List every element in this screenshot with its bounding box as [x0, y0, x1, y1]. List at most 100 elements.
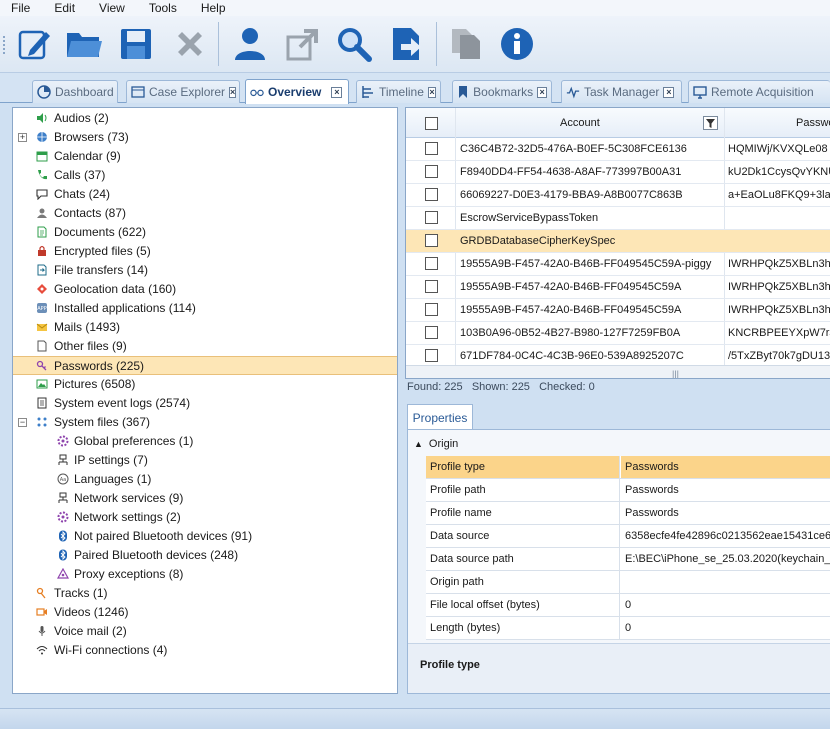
- column-header-password[interactable]: Passwo: [796, 117, 830, 129]
- import-button[interactable]: [387, 24, 427, 64]
- tab-close-button[interactable]: ×: [427, 86, 436, 98]
- table-row[interactable]: 19555A9B-F457-42A0-B46B-FF049545C59A-pig…: [406, 253, 830, 276]
- copy-button[interactable]: [446, 24, 486, 64]
- column-header-account[interactable]: Account: [560, 117, 600, 129]
- tree-item[interactable]: Calendar (9): [13, 147, 397, 166]
- property-row[interactable]: Profile name Passwords: [426, 502, 830, 525]
- tree-item[interactable]: Documents (622): [13, 223, 397, 242]
- property-row[interactable]: Profile path Passwords: [426, 479, 830, 502]
- save-button[interactable]: [116, 24, 156, 64]
- table-row[interactable]: EscrowServiceBypassToken: [406, 207, 830, 230]
- menu-file[interactable]: File: [0, 1, 42, 15]
- tab-bookmarks[interactable]: Bookmarks ×: [452, 80, 552, 103]
- row-checkbox[interactable]: [425, 211, 438, 224]
- tree-item[interactable]: Tracks (1): [13, 584, 397, 603]
- tree-item[interactable]: Network settings (2): [13, 508, 397, 527]
- menu-tools[interactable]: Tools: [137, 1, 189, 15]
- tab-case-explorer[interactable]: Case Explorer ×: [126, 80, 240, 103]
- horizontal-scrollbar[interactable]: |||: [406, 365, 830, 379]
- tab-remote-acquisition[interactable]: Remote Acquisition: [688, 80, 830, 103]
- row-checkbox[interactable]: [425, 142, 438, 155]
- delete-button[interactable]: [170, 24, 210, 64]
- tree-item[interactable]: Paired Bluetooth devices (248): [13, 546, 397, 565]
- row-checkbox[interactable]: [425, 234, 438, 247]
- open-folder-button[interactable]: [64, 24, 104, 64]
- property-row[interactable]: Data source 6358ecfe4fe42896c0213562eae15…: [426, 525, 830, 548]
- tree-item[interactable]: Not paired Bluetooth devices (91): [13, 527, 397, 546]
- tree-item[interactable]: Proxy exceptions (8): [13, 565, 397, 584]
- row-checkbox[interactable]: [425, 165, 438, 178]
- tree-item[interactable]: Calls (37): [13, 166, 397, 185]
- property-row[interactable]: Profile type Passwords: [426, 456, 830, 479]
- tab-properties[interactable]: Properties: [407, 404, 473, 430]
- filter-icon[interactable]: [703, 116, 718, 130]
- property-value: Passwords: [625, 507, 679, 519]
- property-row[interactable]: Origin path: [426, 571, 830, 594]
- tree-item[interactable]: Chats (24): [13, 185, 397, 204]
- expand-icon[interactable]: +: [18, 133, 27, 142]
- tree-item[interactable]: Network services (9): [13, 489, 397, 508]
- tab-timeline[interactable]: Timeline ×: [356, 80, 441, 103]
- origin-group-label: Origin: [428, 438, 459, 450]
- menu-edit[interactable]: Edit: [42, 1, 87, 15]
- grid-header: Account Passwo: [406, 108, 830, 138]
- tree-item[interactable]: IP settings (7): [13, 451, 397, 470]
- tab-close-button[interactable]: ×: [537, 86, 547, 98]
- collapse-chevron-icon[interactable]: ▲: [414, 439, 423, 449]
- select-all-checkbox[interactable]: [425, 117, 438, 130]
- menu-view[interactable]: View: [87, 1, 137, 15]
- tab-overview[interactable]: Overview ×: [245, 79, 349, 104]
- toolbar-grip[interactable]: [3, 36, 7, 54]
- table-row[interactable]: 19555A9B-F457-42A0-B46B-FF049545C59A IWRH…: [406, 276, 830, 299]
- tree-item[interactable]: Geolocation data (160): [13, 280, 397, 299]
- tree-item[interactable]: Other files (9): [13, 337, 397, 356]
- tree-item[interactable]: Audios (2): [13, 109, 397, 128]
- tree-item[interactable]: Contacts (87): [13, 204, 397, 223]
- edit-button[interactable]: [14, 24, 54, 64]
- tree-item[interactable]: Mails (1493): [13, 318, 397, 337]
- tree-item[interactable]: Aa Languages (1): [13, 470, 397, 489]
- table-row[interactable]: C36C4B72-32D5-476A-B0EF-5C308FCE6136 HQMI…: [406, 138, 830, 161]
- tree-item[interactable]: Voice mail (2): [13, 622, 397, 641]
- tree-item[interactable]: Pictures (6508): [13, 375, 397, 394]
- tab-task-manager[interactable]: Task Manager ×: [561, 80, 682, 103]
- collapse-icon[interactable]: −: [18, 418, 27, 427]
- property-value: Passwords: [625, 484, 679, 496]
- tree-item[interactable]: Passwords (225): [13, 356, 397, 375]
- tab-close-button[interactable]: ×: [229, 86, 237, 98]
- search-button[interactable]: [334, 24, 374, 64]
- row-checkbox[interactable]: [425, 349, 438, 362]
- info-button[interactable]: [497, 24, 537, 64]
- origin-group-header[interactable]: ▲ Origin: [408, 433, 830, 455]
- export-button[interactable]: [283, 24, 323, 64]
- tree-item[interactable]: System event logs (2574): [13, 394, 397, 413]
- row-checkbox[interactable]: [425, 326, 438, 339]
- track-icon: [36, 587, 48, 599]
- scroll-grip-icon: |||: [672, 369, 680, 379]
- tab-close-button[interactable]: ×: [663, 86, 675, 98]
- tree-item[interactable]: − System files (367): [13, 413, 397, 432]
- row-checkbox[interactable]: [425, 257, 438, 270]
- tab-close-button[interactable]: ×: [331, 86, 343, 98]
- tree-item[interactable]: APP Installed applications (114): [13, 299, 397, 318]
- table-row[interactable]: F8940DD4-FF54-4638-A8AF-773997B00A31 kU2D…: [406, 161, 830, 184]
- table-row[interactable]: 19555A9B-F457-42A0-B46B-FF049545C59A IWRH…: [406, 299, 830, 322]
- tree-item[interactable]: Global preferences (1): [13, 432, 397, 451]
- tree-item[interactable]: + Browsers (73): [13, 128, 397, 147]
- tree-item[interactable]: Encrypted files (5): [13, 242, 397, 261]
- row-checkbox[interactable]: [425, 303, 438, 316]
- menu-help[interactable]: Help: [189, 1, 238, 15]
- property-row[interactable]: Length (bytes) 0: [426, 617, 830, 640]
- table-row[interactable]: GRDBDatabaseCipherKeySpec: [406, 230, 830, 253]
- tree-item[interactable]: Videos (1246): [13, 603, 397, 622]
- property-row[interactable]: File local offset (bytes) 0: [426, 594, 830, 617]
- row-checkbox[interactable]: [425, 188, 438, 201]
- table-row[interactable]: 103B0A96-0B52-4B27-B980-127F7259FB0A KNCR…: [406, 322, 830, 345]
- tree-item[interactable]: Wi-Fi connections (4): [13, 641, 397, 660]
- user-button[interactable]: [230, 24, 270, 64]
- property-row[interactable]: Data source path E:\BEC\iPhone_se_25.03.2…: [426, 548, 830, 571]
- row-checkbox[interactable]: [425, 280, 438, 293]
- tab-dashboard[interactable]: Dashboard: [32, 80, 118, 103]
- tree-item[interactable]: File transfers (14): [13, 261, 397, 280]
- table-row[interactable]: 66069227-D0E3-4179-BBA9-A8B0077C863B a+Ea…: [406, 184, 830, 207]
